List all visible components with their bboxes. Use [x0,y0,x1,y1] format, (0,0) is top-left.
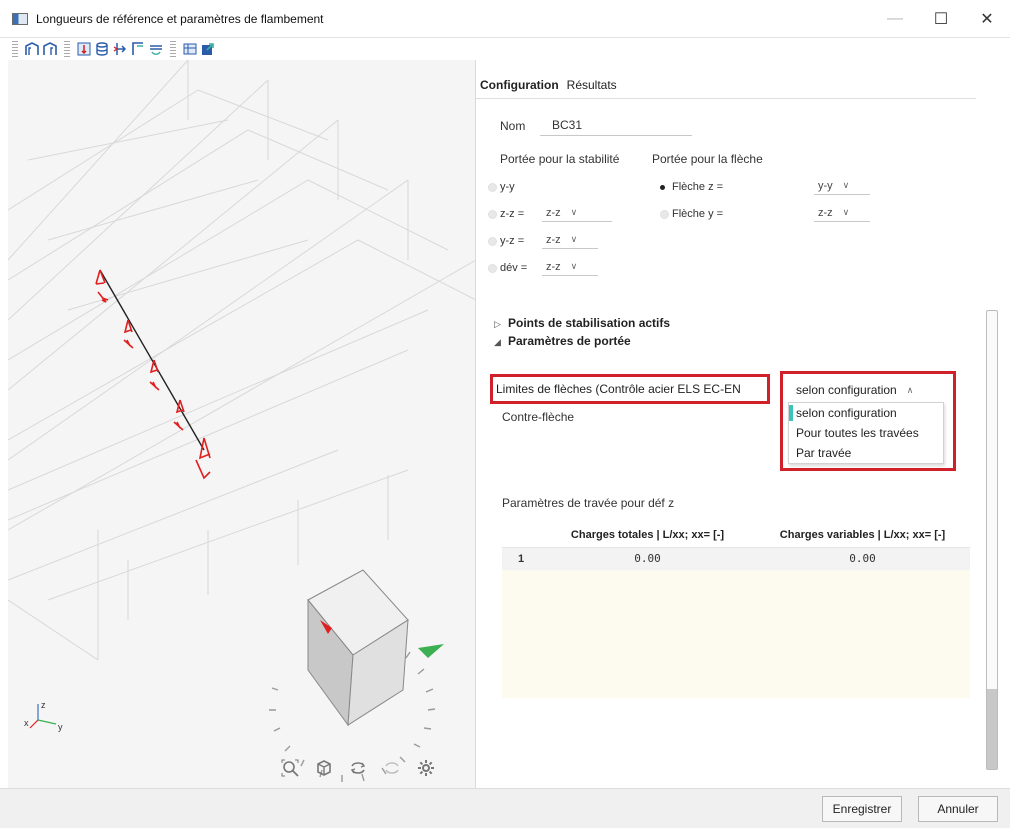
radio-deflection-y-label: Flèche y = [672,208,724,220]
axis-label-x: x [24,718,29,728]
deflection-title: Portée pour la flèche [652,152,763,166]
stability-dev-select[interactable]: z-z ∨ [542,258,598,276]
deflection-y-select[interactable]: z-z ∨ [814,204,870,222]
toolbar [8,38,216,60]
section-stabilization-points-label: Points de stabilisation actifs [508,316,671,330]
properties-panel: Configuration Résultats Nom BC31 Portée … [476,60,1010,788]
stability-dev-value: z-z [546,260,561,273]
radio-deflection-z[interactable] [660,185,665,190]
deflection-z-select[interactable]: y-y ∨ [814,177,870,195]
cube-view-icon[interactable] [314,758,334,778]
chevron-down-icon: ∨ [842,207,850,217]
nom-label: Nom [500,119,526,133]
dropdown-option-toutes-travees[interactable]: Pour toutes les travées [789,423,943,443]
axis-label-z: z [41,700,46,710]
table-header: Charges totales | L/xx; xx= [-] Charges … [502,522,970,548]
rotate-alt-icon[interactable] [382,758,402,778]
window-controls: — ☐ ✕ [872,0,1010,38]
tab-results[interactable]: Résultats [567,78,617,92]
column-header-total-loads[interactable]: Charges totales | L/xx; xx= [-] [540,522,755,547]
view-cube[interactable] [269,569,444,782]
table-header-index [502,522,540,547]
settings-icon[interactable] [416,758,436,778]
radio-stability-yy[interactable] [488,183,497,192]
beam-end-icon[interactable] [130,41,146,57]
dialog-footer: Enregistrer Annuler [0,788,1010,828]
rotate-icon[interactable] [348,758,368,778]
radio-stability-zz[interactable] [488,210,497,219]
deflection-y-value: z-z [818,206,833,219]
member-icon[interactable] [76,41,92,57]
radio-stability-yy-label: y-y [500,181,515,193]
deflection-z-value: y-y [818,179,833,192]
save-button[interactable]: Enregistrer [822,796,902,822]
column-header-variable-loads[interactable]: Charges variables | L/xx; xx= [-] [755,522,970,547]
window-title: Longueurs de référence et paramètres de … [36,11,324,26]
title-bar: Longueurs de référence et paramètres de … [0,0,1010,38]
view-icon[interactable] [148,41,164,57]
radio-stability-yz[interactable] [488,237,497,246]
section-span-parameters[interactable]: ◢ Paramètres de portée [494,334,631,348]
chevron-up-icon: ∧ [906,384,914,395]
stability-yz-select[interactable]: z-z ∨ [542,231,598,249]
frame-alt-icon[interactable] [42,41,58,57]
chevron-down-icon: ∨ [842,180,850,190]
stability-zz-value: z-z [546,206,561,219]
support-icon[interactable] [112,41,128,57]
viewport-toolbar [280,758,436,778]
nom-field[interactable]: BC31 [540,118,692,136]
table-row[interactable]: 1 0.00 0.00 [502,548,970,570]
section-span-parameters-label: Paramètres de portée [508,334,631,348]
deflection-limits-label: Limites de flèches (Contrôle acier ELS E… [496,382,741,396]
frame-icon[interactable] [24,41,40,57]
zoom-fit-icon[interactable] [280,758,300,778]
tab-divider [476,98,976,99]
dropdown-option-selon-configuration[interactable]: selon configuration [789,403,943,423]
radio-stability-yz-label: y-z = [500,235,525,247]
stability-title: Portée pour la stabilité [500,152,620,166]
deflection-limits-value: selon configuration [796,383,897,397]
panel-scrollbar[interactable] [986,310,998,770]
export-icon[interactable] [200,41,216,57]
section-stabilization-points[interactable]: ▷ Points de stabilisation actifs [494,316,670,330]
dropdown-option-par-travee[interactable]: Par travée [789,443,943,463]
span-params-title: Paramètres de travée pour déf z [502,496,675,510]
axis-label-y: y [58,722,63,732]
app-icon [12,12,28,25]
close-button[interactable]: ✕ [964,0,1010,38]
scrollbar-thumb[interactable] [987,689,997,769]
collapse-arrow-icon: ◢ [494,337,501,347]
chevron-down-icon: ∨ [570,261,578,271]
cancel-button[interactable]: Annuler [918,796,998,822]
radio-deflection-z-label: Flèche z = [672,181,724,193]
radio-stability-dev-label: dév = [500,262,528,274]
cell-variable-loads[interactable]: 0.00 [755,548,970,570]
stability-zz-select[interactable]: z-z ∨ [542,204,612,222]
contre-fleche-label: Contre-flèche [502,410,575,424]
model-viewport[interactable]: z y x [8,60,476,788]
span-params-table: Charges totales | L/xx; xx= [-] Charges … [502,522,970,698]
toolbar-grip [12,41,18,57]
toolbar-separator [64,41,70,57]
expand-arrow-icon: ▷ [494,319,501,329]
row-index: 1 [518,553,525,565]
structure-wireframe: z y x [8,60,475,782]
chevron-down-icon: ∨ [570,207,578,217]
minimize-button[interactable]: — [872,0,918,38]
database-icon[interactable] [94,41,110,57]
stability-yz-value: z-z [546,233,561,246]
radio-stability-zz-label: z-z = [500,208,525,220]
tab-bar: Configuration Résultats [480,78,617,92]
chevron-down-icon: ∨ [570,234,578,244]
deflection-limits-select[interactable]: selon configuration ∧ [794,380,942,400]
tab-configuration[interactable]: Configuration [480,78,559,92]
toolbar-separator [170,41,176,57]
selected-member[interactable] [99,269,205,451]
maximize-button[interactable]: ☐ [918,0,964,38]
cell-total-loads[interactable]: 0.00 [540,548,755,570]
deflection-limits-dropdown: selon configuration Pour toutes les trav… [788,402,944,464]
radio-stability-dev[interactable] [488,264,497,273]
radio-deflection-y[interactable] [660,210,669,219]
table-icon[interactable] [182,41,198,57]
